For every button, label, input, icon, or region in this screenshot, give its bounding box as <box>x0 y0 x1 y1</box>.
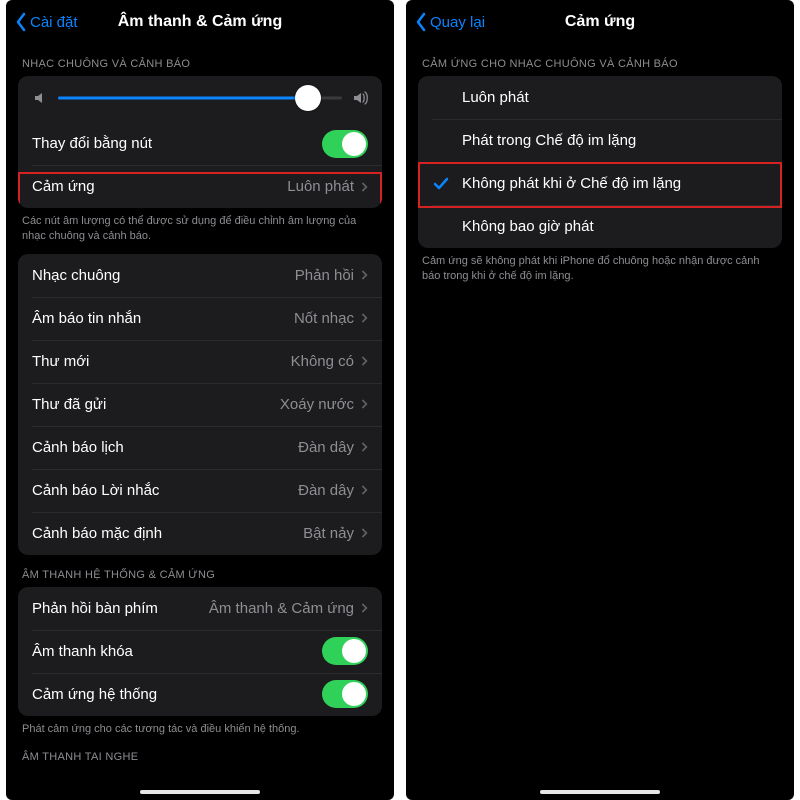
back-button[interactable]: Cài đặt <box>14 12 78 32</box>
sound-value: Nốt nhạc <box>294 310 354 327</box>
option-label: Phát trong Chế độ im lặng <box>462 132 768 149</box>
chevron-right-icon <box>360 441 368 453</box>
sound-label: Âm báo tin nhắn <box>32 310 294 327</box>
keyboard-feedback-row[interactable]: Phản hồi bàn phím Âm thanh & Cảm ứng <box>18 587 382 630</box>
option-row[interactable]: Không bao giờ phát <box>418 205 782 248</box>
chevron-right-icon <box>360 269 368 281</box>
section-haptics: CẢM ỨNG CHO NHẠC CHUÔNG VÀ CẢNH BÁO <box>406 44 794 76</box>
back-label: Cài đặt <box>30 14 78 31</box>
back-label: Quay lại <box>430 14 485 31</box>
section-system: ÂM THANH HỆ THỐNG & CẢM ỨNG <box>6 555 394 587</box>
section-headphone: ÂM THANH TAI NGHE <box>6 737 394 763</box>
sound-row[interactable]: Cảnh báo lịchĐàn dây <box>18 426 382 469</box>
syshap-label: Cảm ứng hệ thống <box>32 686 322 703</box>
nav-bar: Cài đặt Âm thanh & Cảm ứng <box>6 0 394 44</box>
sound-value: Không có <box>291 353 354 370</box>
sound-row[interactable]: Cảnh báo Lời nhắcĐàn dây <box>18 469 382 512</box>
nav-bar: Quay lại Cảm ứng <box>406 0 794 44</box>
group-options: Luôn phát Phát trong Chế độ im lặng Không … <box>418 76 782 248</box>
sound-label: Cảnh báo lịch <box>32 439 298 456</box>
volume-slider-row <box>18 76 382 122</box>
keyboard-value: Âm thanh & Cảm ứng <box>209 600 354 617</box>
system-haptics-row[interactable]: Cảm ứng hệ thống <box>18 673 382 716</box>
section-ringtone: NHẠC CHUÔNG VÀ CẢNH BÁO <box>6 44 394 76</box>
sound-row[interactable]: Âm báo tin nhắnNốt nhạc <box>18 297 382 340</box>
sound-value: Phản hồi <box>295 267 354 284</box>
home-indicator[interactable] <box>140 790 260 794</box>
chevron-right-icon <box>360 484 368 496</box>
lock-label: Âm thanh khóa <box>32 643 322 660</box>
checkmark-icon <box>432 175 450 193</box>
option-label: Không bao giờ phát <box>462 218 768 235</box>
sound-value: Đàn dây <box>298 439 354 456</box>
sound-value: Bật nảy <box>303 525 354 542</box>
haptics-label: Cảm ứng <box>32 178 287 195</box>
change-label: Thay đổi bằng nút <box>32 135 322 152</box>
option-row[interactable]: Luôn phát <box>418 76 782 119</box>
sound-value: Đàn dây <box>298 482 354 499</box>
sound-label: Thư mới <box>32 353 291 370</box>
change-with-buttons-row[interactable]: Thay đổi bằng nút <box>18 122 382 165</box>
note-haptics: Cảm ứng sẽ không phát khi iPhone đổ chuô… <box>406 248 794 284</box>
sound-label: Cảnh báo Lời nhắc <box>32 482 298 499</box>
option-row[interactable]: Không phát khi ở Chế độ im lặng <box>418 162 782 205</box>
sound-row[interactable]: Thư mớiKhông có <box>18 340 382 383</box>
home-indicator[interactable] <box>540 790 660 794</box>
note-buttons: Các nút âm lượng có thể được sử dụng để … <box>6 208 394 244</box>
phone-right-haptics: Quay lại Cảm ứng CẢM ỨNG CHO NHẠC CHUÔNG… <box>406 0 794 800</box>
phone-left-sounds: Cài đặt Âm thanh & Cảm ứng NHẠC CHUÔNG V… <box>6 0 394 800</box>
sound-value: Xoáy nước <box>280 396 354 413</box>
chevron-left-icon <box>414 12 428 32</box>
group-sounds: Nhạc chuôngPhản hồiÂm báo tin nhắnNốt nh… <box>18 254 382 555</box>
option-row[interactable]: Phát trong Chế độ im lặng <box>418 119 782 162</box>
chevron-right-icon <box>360 398 368 410</box>
sound-label: Nhạc chuông <box>32 267 295 284</box>
note-system: Phát cảm ứng cho các tương tác và điều k… <box>6 716 394 737</box>
sound-row[interactable]: Thư đã gửiXoáy nước <box>18 383 382 426</box>
keyboard-label: Phản hồi bàn phím <box>32 600 209 617</box>
change-toggle[interactable] <box>322 130 368 158</box>
chevron-left-icon <box>14 12 28 32</box>
chevron-right-icon <box>360 355 368 367</box>
chevron-right-icon <box>360 312 368 324</box>
back-button[interactable]: Quay lại <box>414 12 485 32</box>
sound-label: Cảnh báo mặc định <box>32 525 303 542</box>
syshap-toggle[interactable] <box>322 680 368 708</box>
chevron-right-icon <box>360 181 368 193</box>
haptics-row[interactable]: Cảm ứng Luôn phát <box>18 165 382 208</box>
option-label: Không phát khi ở Chế độ im lặng <box>462 175 768 192</box>
volume-high-icon <box>352 90 368 106</box>
sound-row[interactable]: Cảnh báo mặc địnhBật nảy <box>18 512 382 555</box>
lock-sound-row[interactable]: Âm thanh khóa <box>18 630 382 673</box>
haptics-value: Luôn phát <box>287 178 354 195</box>
chevron-right-icon <box>360 602 368 614</box>
lock-toggle[interactable] <box>322 637 368 665</box>
group-system: Phản hồi bàn phím Âm thanh & Cảm ứng Âm … <box>18 587 382 716</box>
chevron-right-icon <box>360 527 368 539</box>
volume-low-icon <box>32 90 48 106</box>
volume-slider[interactable] <box>58 86 342 110</box>
group-ringtone: Thay đổi bằng nút Cảm ứng Luôn phát <box>18 76 382 208</box>
option-label: Luôn phát <box>462 89 768 106</box>
sound-label: Thư đã gửi <box>32 396 280 413</box>
sound-row[interactable]: Nhạc chuôngPhản hồi <box>18 254 382 297</box>
